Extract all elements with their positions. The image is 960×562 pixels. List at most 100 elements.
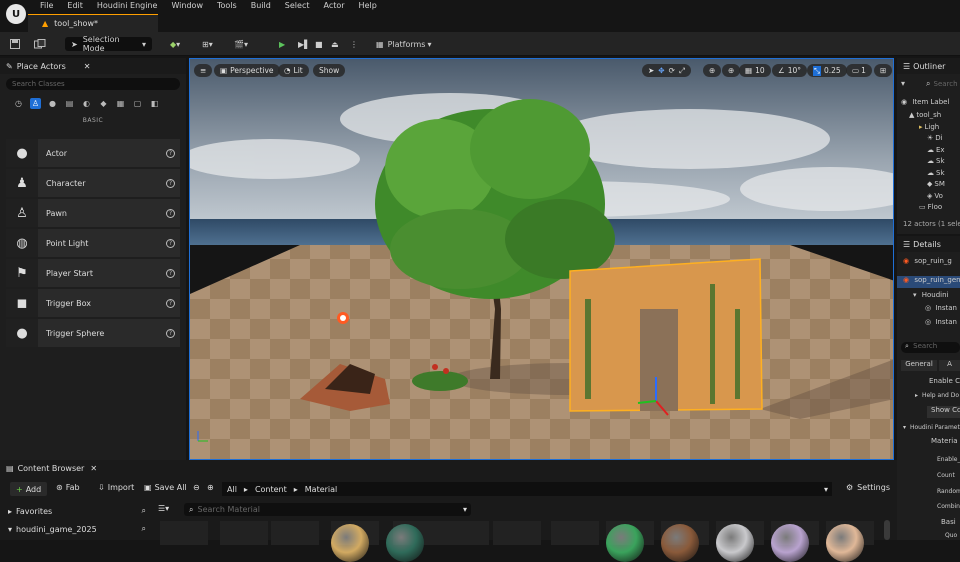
material-thumbnail[interactable] <box>606 524 644 562</box>
scale-icon[interactable]: ⤢ <box>679 66 685 76</box>
show-button[interactable]: Show Cc <box>927 406 960 418</box>
outliner-row[interactable]: ☁ Sk <box>897 169 960 180</box>
search-classes-input[interactable]: Search Classes <box>6 78 180 90</box>
blueprint-icon[interactable]: ⊞▾ <box>202 37 213 51</box>
scale-snap-button[interactable]: ⤡ 0.25 <box>807 64 847 77</box>
more-options-icon[interactable]: ⋮ <box>350 37 358 51</box>
grid-snap-button[interactable]: ▦ 10 <box>739 64 771 77</box>
eject-icon[interactable]: ⏏ <box>331 37 339 51</box>
scrollbar[interactable] <box>884 520 890 540</box>
object-name-row[interactable]: ◉ sop_ruin_g <box>897 257 960 269</box>
visual-effects-icon[interactable]: ◐ <box>81 98 92 109</box>
actor-item-character[interactable]: ♟ Character? <box>6 169 180 197</box>
menu-houdini-engine[interactable]: Houdini Engine <box>97 1 158 10</box>
outliner-row[interactable]: ▲ tool_sh <box>897 111 960 122</box>
level-viewport[interactable]: ≡ ▣ Perspective ◔ Lit Show ➤ ✥ ⟳ ⤢ ⊕ ⊕ ▦… <box>189 58 894 460</box>
world-space-icon[interactable]: ⊕ <box>703 64 722 77</box>
details-search-input[interactable]: ⌕ Search <box>901 342 960 353</box>
surface-snap-icon[interactable]: ⊕ <box>722 64 741 77</box>
help-icon[interactable]: ? <box>166 328 175 338</box>
houdini-component-row[interactable]: ▾ Houdini <box>897 291 960 299</box>
history-forward-icon[interactable]: ⊕ <box>207 483 214 492</box>
houdini-parameters-section[interactable]: ▾ Houdini Paramet <box>897 424 960 431</box>
filter-icon[interactable]: ☰▾ <box>158 504 169 513</box>
outliner-row[interactable]: ☁ Sk <box>897 157 960 168</box>
content-browser-tab[interactable]: ▤ Content Browser ✕ <box>6 464 97 473</box>
material-thumbnail[interactable] <box>771 524 809 562</box>
item-label-column[interactable]: Item Label <box>912 98 949 106</box>
asset-tile[interactable] <box>220 521 268 545</box>
close-icon[interactable]: ✕ <box>90 464 97 473</box>
move-icon[interactable]: ✥ <box>658 66 664 75</box>
close-icon[interactable]: ✕ <box>84 62 91 71</box>
menu-select[interactable]: Select <box>285 1 310 10</box>
geometry-icon[interactable]: ◆ <box>98 98 109 109</box>
lights-icon[interactable]: ● <box>47 98 58 109</box>
actor-item-pawn[interactable]: ♙ Pawn? <box>6 199 180 227</box>
asset-tile[interactable] <box>551 521 599 545</box>
search-icon[interactable]: ⌕ <box>142 506 146 516</box>
actor-item-player-start[interactable]: ⚑ Player Start? <box>6 259 180 287</box>
level-tab[interactable]: ▲ tool_show* <box>28 14 158 32</box>
stop-icon[interactable]: ■ <box>315 37 323 51</box>
selected-component-row[interactable]: ◉ sop_ruin_gen <box>897 276 960 288</box>
help-icon[interactable]: ? <box>166 178 175 188</box>
rotation-snap-button[interactable]: ∠ 10° <box>772 64 808 77</box>
outliner-row[interactable]: ◈ Vo <box>897 192 960 203</box>
menu-tools[interactable]: Tools <box>217 1 237 10</box>
selection-mode-dropdown[interactable]: ➤ Selection Mode ▾ <box>65 35 152 53</box>
instance-row-2[interactable]: ◎ Instan <box>897 318 960 326</box>
outliner-row[interactable]: ☁ Ex <box>897 146 960 157</box>
material-thumbnail[interactable] <box>826 524 864 562</box>
help-icon[interactable]: ? <box>166 268 175 278</box>
menu-help[interactable]: Help <box>359 1 377 10</box>
instance-row-1[interactable]: ◎ Instan <box>897 304 960 312</box>
save-all-button[interactable]: ▣ Save All <box>144 483 187 492</box>
lit-button[interactable]: ◔ Lit <box>278 64 309 77</box>
outliner-search-input[interactable]: Search <box>934 80 958 88</box>
volumes-icon[interactable]: ▦ <box>115 98 126 109</box>
material-thumbnail[interactable] <box>386 524 424 562</box>
favorites-row[interactable]: ▸ Favorites ⌕ <box>8 506 146 516</box>
menu-build[interactable]: Build <box>251 1 271 10</box>
help-icon[interactable]: ? <box>166 238 175 248</box>
save-icon[interactable] <box>10 37 20 51</box>
scene-render[interactable] <box>190 59 894 460</box>
project-row[interactable]: ▾ houdini_game_2025 ⌕ <box>8 524 146 534</box>
asset-tile[interactable] <box>160 521 208 545</box>
rotate-icon[interactable]: ⟳ <box>669 66 675 75</box>
breadcrumb-content[interactable]: Content <box>255 485 287 494</box>
search-icon[interactable]: ⌕ <box>142 524 146 534</box>
show-button[interactable]: Show <box>313 64 346 77</box>
outliner-row[interactable]: ◆ SM <box>897 180 960 191</box>
search-material-input[interactable]: ⌕ Search Material ▾ <box>184 503 471 516</box>
add-content-icon[interactable]: ◆ ▾ <box>170 37 180 51</box>
history-back-icon[interactable]: ⊖ <box>193 483 200 492</box>
fab-button[interactable]: ⊛ Fab <box>56 483 80 492</box>
help-and-docs-row[interactable]: ▸ Help and Do <box>897 392 960 399</box>
import-button[interactable]: ⇩ Import <box>98 483 134 492</box>
actor-item-point-light[interactable]: ◍ Point Light? <box>6 229 180 257</box>
basic-icon[interactable]: ♙ <box>30 98 41 109</box>
material-thumbnail[interactable] <box>331 524 369 562</box>
help-icon[interactable]: ? <box>166 298 175 308</box>
add-button[interactable]: + Add <box>10 482 48 496</box>
menu-edit[interactable]: Edit <box>67 1 83 10</box>
recent-icon[interactable]: ◷ <box>13 98 24 109</box>
menu-window[interactable]: Window <box>171 1 203 10</box>
settings-button[interactable]: ⚙ Settings <box>846 483 890 492</box>
outliner-row[interactable]: ▭ Floo <box>897 203 960 214</box>
tab-general[interactable]: General <box>901 360 937 371</box>
viewport-menu-button[interactable]: ≡ <box>194 64 213 77</box>
platforms-button[interactable]: ▦ Platforms ▾ <box>376 37 431 51</box>
perspective-button[interactable]: ▣ Perspective <box>214 64 280 77</box>
breadcrumb-material[interactable]: Material <box>305 485 338 494</box>
menu-actor[interactable]: Actor <box>323 1 344 10</box>
asset-tile[interactable] <box>271 521 319 545</box>
outliner-row[interactable]: ▸ Ligh <box>897 123 960 134</box>
browse-icon[interactable] <box>34 37 46 51</box>
actor-item-actor[interactable]: ● Actor? <box>6 139 180 167</box>
shapes-icon[interactable]: ◧ <box>149 98 160 109</box>
select-icon[interactable]: ➤ <box>648 66 654 75</box>
tab-a[interactable]: A <box>939 360 960 371</box>
